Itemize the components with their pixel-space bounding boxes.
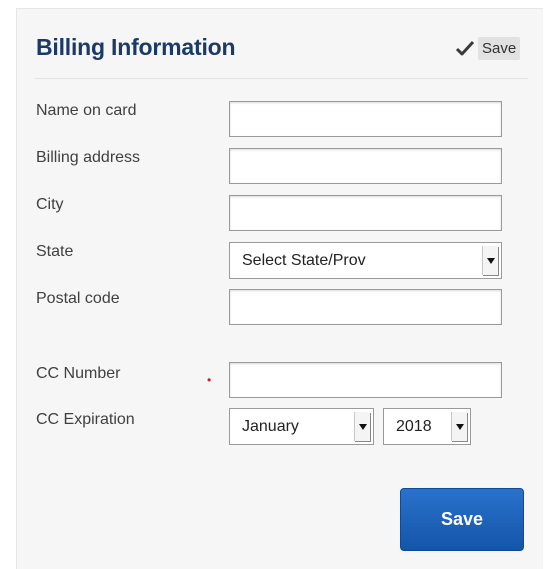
save-button[interactable]: Save (400, 488, 524, 551)
postal-code-label: Postal code (36, 290, 120, 307)
name-on-card-label: Name on card (36, 102, 137, 119)
cc-expiration-year-select[interactable]: 2018 (383, 408, 471, 445)
chevron-down-icon (451, 412, 467, 441)
state-select-value: Select State/Prov (242, 251, 366, 269)
name-on-card-input[interactable] (229, 101, 502, 137)
state-select[interactable]: Select State/Prov (229, 242, 502, 279)
chevron-down-icon (482, 246, 498, 275)
city-label: City (36, 196, 64, 213)
page-title: Billing Information (36, 34, 236, 60)
postal-code-input[interactable] (229, 289, 502, 325)
header-divider (34, 78, 528, 79)
billing-address-label: Billing address (36, 149, 141, 166)
billing-address-input[interactable] (229, 148, 502, 184)
header-save-button[interactable]: Save (456, 35, 521, 61)
cc-number-input[interactable] (229, 362, 502, 398)
header-save-label: Save (478, 36, 521, 60)
month-select-value: January (242, 417, 299, 435)
required-marker: • (207, 373, 212, 387)
checkmark-icon (456, 40, 474, 56)
chevron-down-icon (354, 412, 370, 441)
cc-number-label: CC Number (36, 365, 121, 382)
cc-expiration-label: CC Expiration (36, 411, 135, 428)
cc-expiration-month-select[interactable]: January (229, 408, 374, 445)
year-select-value: 2018 (396, 417, 432, 435)
city-input[interactable] (229, 195, 502, 231)
state-label: State (36, 243, 74, 260)
